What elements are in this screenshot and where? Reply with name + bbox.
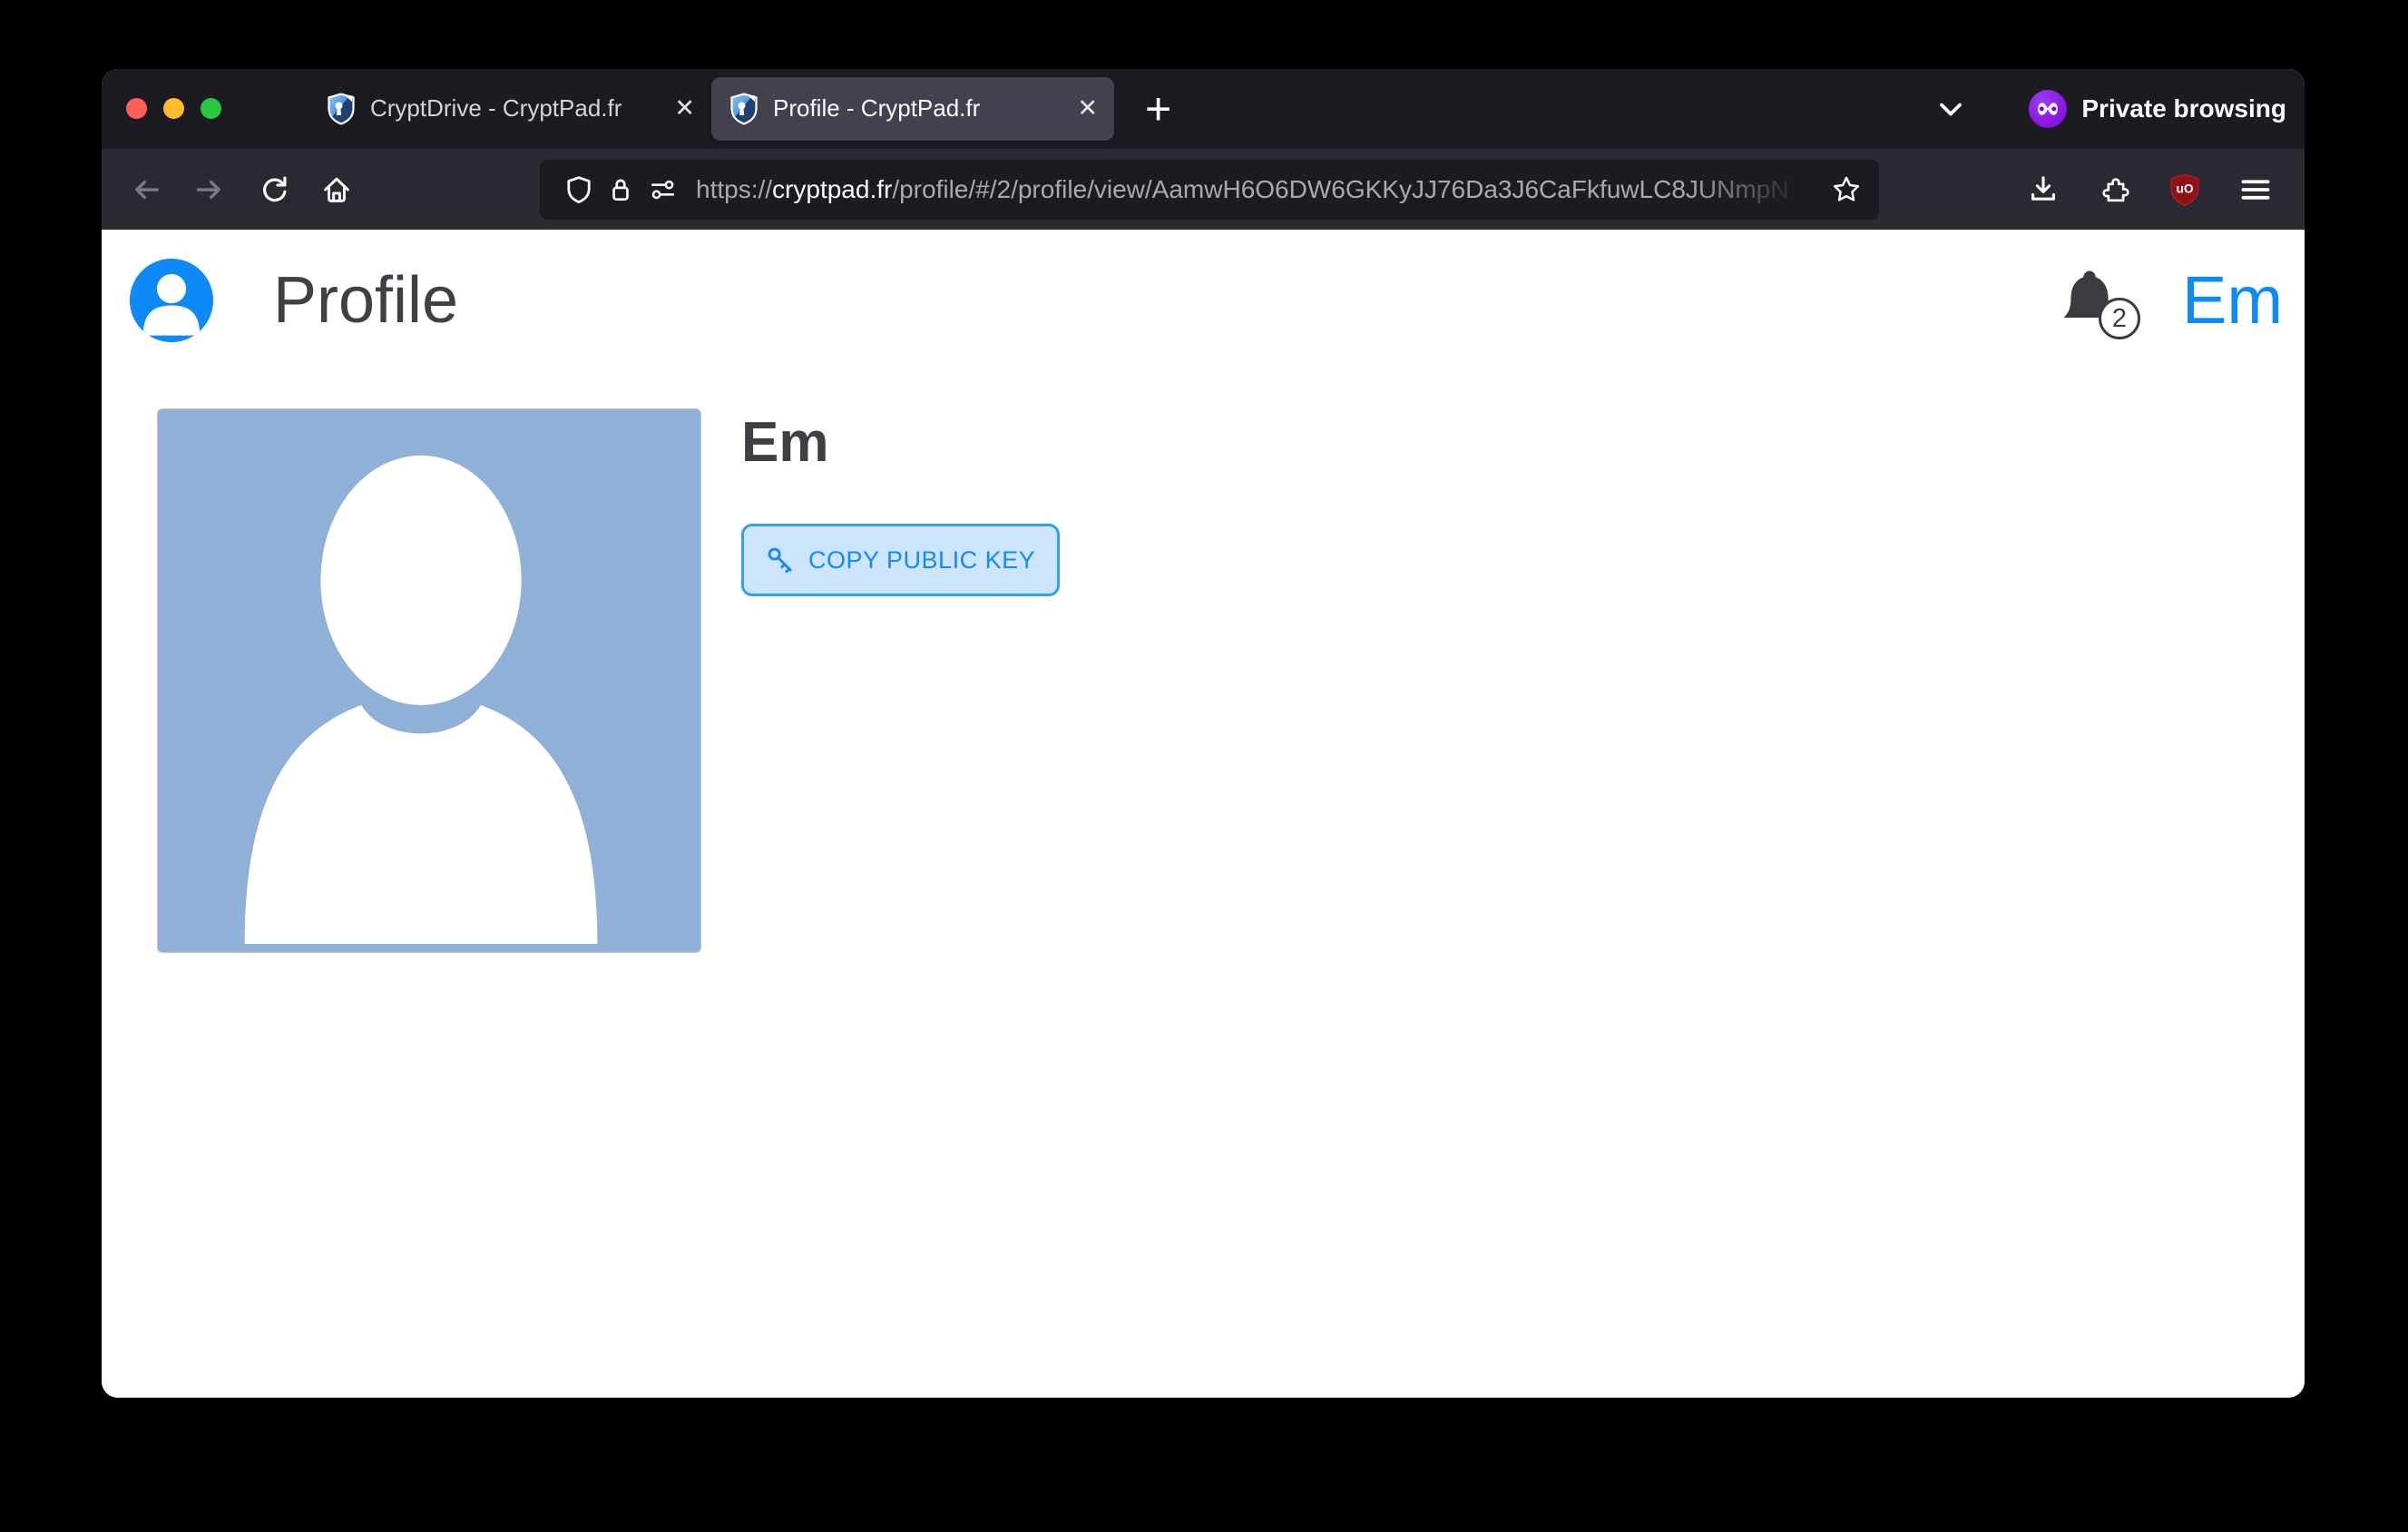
ublock-origin-icon[interactable]: uO bbox=[2163, 168, 2207, 211]
new-tab-button[interactable]: + bbox=[1138, 86, 1179, 132]
menu-hamburger-icon[interactable] bbox=[2234, 168, 2277, 211]
traffic-light-close[interactable] bbox=[126, 98, 147, 119]
list-all-tabs-chevron-down-icon[interactable] bbox=[1933, 91, 1969, 127]
svg-text:uO: uO bbox=[2176, 182, 2193, 195]
url-path: /profile/#/2/profile/view/AamwH6O6DW6GKK… bbox=[892, 175, 1788, 203]
tab-cryptdrive[interactable]: CryptDrive - CryptPad.fr ✕ bbox=[308, 77, 711, 141]
navigation-toolbar: https://cryptpad.fr/profile/#/2/profile/… bbox=[102, 148, 2305, 230]
tab-title: CryptDrive - CryptPad.fr bbox=[370, 94, 665, 123]
browser-window: CryptDrive - CryptPad.fr ✕ bbox=[102, 69, 2305, 1398]
traffic-light-minimize[interactable] bbox=[163, 98, 184, 119]
copy-public-key-button[interactable]: COPY PUBLIC KEY bbox=[741, 524, 1060, 596]
url-text: https://cryptpad.fr/profile/#/2/profile/… bbox=[696, 175, 1865, 204]
reload-icon[interactable] bbox=[247, 163, 299, 216]
private-browsing-indicator: Private browsing bbox=[2029, 90, 2286, 128]
key-icon bbox=[766, 545, 795, 574]
page-title: Profile bbox=[273, 263, 458, 338]
home-icon[interactable] bbox=[310, 163, 363, 216]
tab-title: Profile - CryptPad.fr bbox=[773, 94, 1068, 123]
window-controls bbox=[126, 98, 221, 119]
forward-icon[interactable] bbox=[183, 163, 236, 216]
connection-secure-lock-icon[interactable] bbox=[600, 169, 641, 211]
copy-public-key-label: COPY PUBLIC KEY bbox=[808, 546, 1035, 574]
cryptpad-favicon-icon bbox=[729, 93, 759, 125]
screenshot-stage: CryptDrive - CryptPad.fr ✕ bbox=[0, 0, 2408, 1532]
profile-info: Em COPY PUBLIC KEY bbox=[741, 408, 1060, 596]
site-permissions-sliders-icon[interactable] bbox=[641, 169, 683, 211]
cryptpad-toolbar: Profile 2 Em bbox=[102, 230, 2305, 366]
tab-close-icon[interactable]: ✕ bbox=[1077, 96, 1098, 121]
tab-bar: CryptDrive - CryptPad.fr ✕ bbox=[102, 69, 2305, 148]
url-protocol: https:// bbox=[696, 175, 772, 203]
private-browsing-mask-icon bbox=[2029, 90, 2067, 128]
avatar-placeholder-image bbox=[157, 408, 701, 953]
downloads-icon[interactable] bbox=[2021, 168, 2065, 211]
toolbar-right-icons: uO bbox=[2021, 168, 2277, 211]
cryptpad-favicon-icon bbox=[327, 93, 356, 125]
tab-close-icon[interactable]: ✕ bbox=[674, 96, 695, 121]
notification-count-badge: 2 bbox=[2099, 298, 2140, 339]
extensions-puzzle-icon[interactable] bbox=[2092, 168, 2136, 211]
traffic-light-zoom[interactable] bbox=[201, 98, 221, 119]
bookmark-star-icon[interactable] bbox=[1823, 160, 1870, 220]
cryptpad-user-logo-icon[interactable] bbox=[130, 259, 213, 342]
user-menu-link[interactable]: Em bbox=[2182, 267, 2283, 334]
toolbar-user-area: 2 Em bbox=[2055, 265, 2283, 336]
url-bar[interactable]: https://cryptpad.fr/profile/#/2/profile/… bbox=[540, 160, 1879, 220]
url-domain: cryptpad.fr bbox=[772, 175, 892, 203]
page-content: Profile 2 Em bbox=[102, 230, 2305, 1398]
tab-profile-active[interactable]: Profile - CryptPad.fr ✕ bbox=[711, 77, 1114, 141]
tracking-protection-shield-icon[interactable] bbox=[558, 169, 600, 211]
private-browsing-label: Private browsing bbox=[2081, 94, 2286, 123]
back-icon[interactable] bbox=[120, 163, 172, 216]
profile-section: Em COPY PUBLIC KEY bbox=[102, 366, 2305, 953]
display-name: Em bbox=[741, 410, 1060, 475]
notifications-bell-icon[interactable]: 2 bbox=[2055, 265, 2126, 336]
